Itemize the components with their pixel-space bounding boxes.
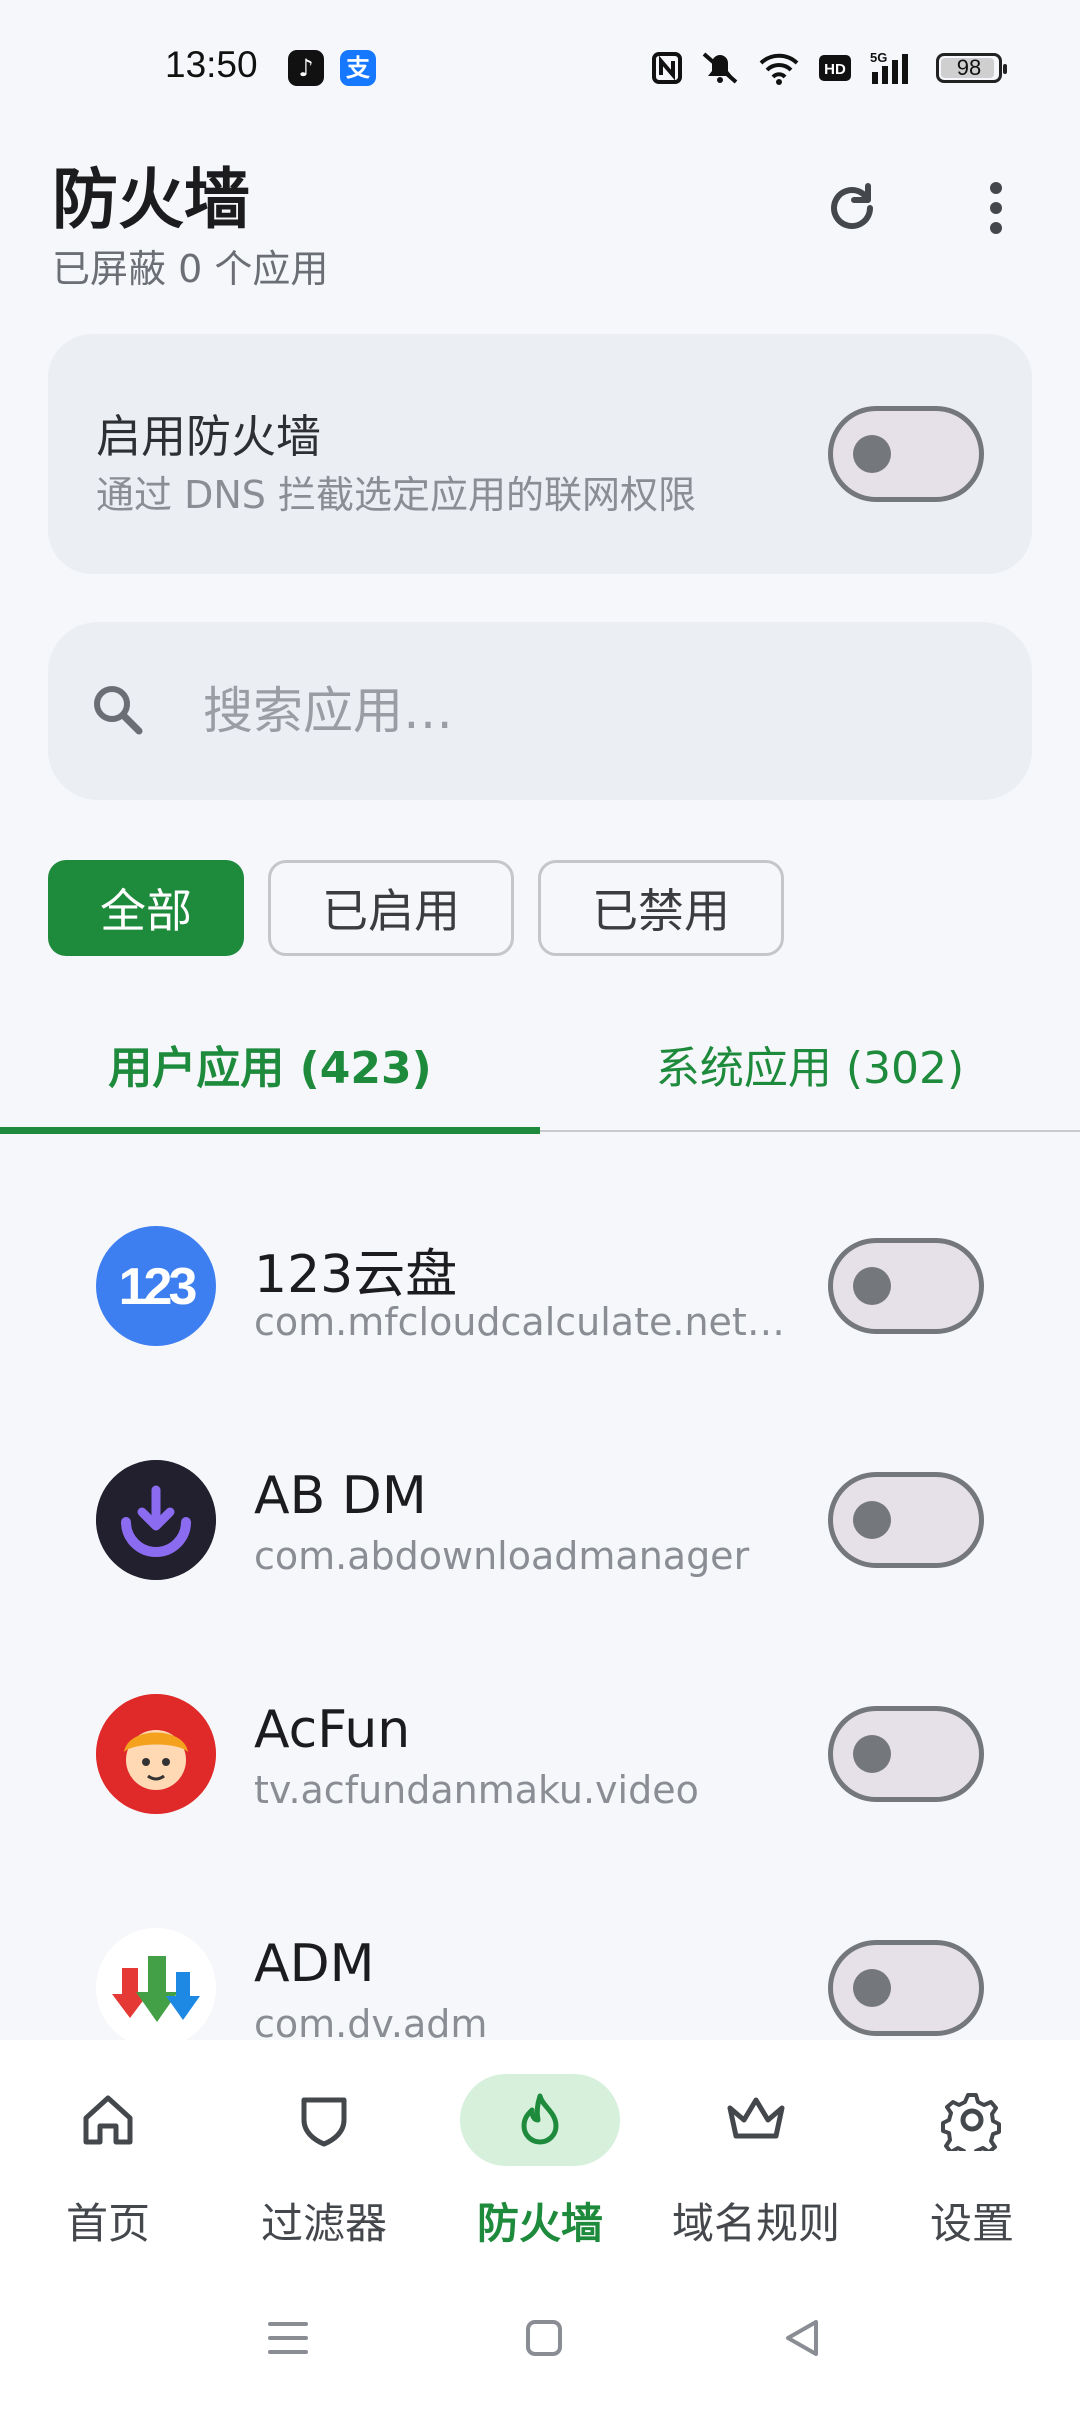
refresh-icon xyxy=(831,183,873,230)
app-toggle[interactable] xyxy=(828,1238,984,1334)
alipay-icon: 支 xyxy=(340,50,376,86)
app-package: tv.acfundanmaku.video xyxy=(254,1768,699,1812)
fire-icon xyxy=(521,2093,559,2145)
tiktok-icon: ♪ xyxy=(288,50,324,86)
svg-text:5G: 5G xyxy=(870,50,887,65)
app-abdm-icon xyxy=(96,1460,216,1580)
mute-icon xyxy=(702,52,738,84)
crown-icon xyxy=(727,2097,785,2139)
more-vert-icon xyxy=(990,182,1002,234)
list-item[interactable]: AcFun tv.acfundanmaku.video xyxy=(0,1602,1080,1836)
firewall-enable-toggle[interactable] xyxy=(828,406,984,502)
tab-indicator xyxy=(0,1127,540,1134)
search-icon xyxy=(94,686,143,735)
search-bar[interactable] xyxy=(48,622,1032,800)
app-package: com.abdownloadmanager xyxy=(254,1534,750,1578)
app-toggle[interactable] xyxy=(828,1706,984,1802)
nav-label: 域名规则 xyxy=(671,2199,840,2248)
nav-label: 设置 xyxy=(929,2199,1014,2248)
filter-chip-disabled[interactable]: 已禁用 xyxy=(538,860,784,956)
app-adm-icon xyxy=(96,1928,216,2040)
firewall-enable-description: 通过 DNS 拦截选定应用的联网权限 xyxy=(96,473,696,517)
nfc-icon xyxy=(652,52,682,84)
back-button[interactable] xyxy=(762,2306,842,2370)
nav-domain-rules[interactable]: 域名规则 xyxy=(648,2040,864,2266)
filter-chip-all[interactable]: 全部 xyxy=(48,860,244,956)
home-icon xyxy=(83,2095,133,2145)
nav-settings[interactable]: 设置 xyxy=(864,2040,1080,2266)
app-123cloud-icon: 123 xyxy=(96,1226,216,1346)
svg-text:HD: HD xyxy=(824,61,846,78)
nav-home[interactable]: 首页 xyxy=(0,2040,216,2266)
app-list[interactable]: 123 123云盘 com.mfcloudcalculate.networkdi… xyxy=(0,1134,1080,2040)
app-package: com.dv.adm xyxy=(254,2002,488,2040)
app-name: AcFun xyxy=(254,1700,411,1760)
tab-system-apps[interactable]: 系统应用 (302) xyxy=(540,1032,1080,1132)
firewall-enable-title: 启用防火墙 xyxy=(96,410,322,463)
signal-5g-icon: 5G xyxy=(870,50,908,84)
list-item[interactable]: ADM com.dv.adm xyxy=(0,1836,1080,2040)
shield-icon xyxy=(301,2097,347,2147)
search-input[interactable] xyxy=(203,674,963,748)
nav-label: 首页 xyxy=(65,2199,150,2248)
app-package: com.mfcloudcalculate.networkdisk xyxy=(254,1300,814,1344)
refresh-button[interactable] xyxy=(814,170,890,246)
battery-icon: 98 xyxy=(936,53,1007,83)
nav-label: 防火墙 xyxy=(476,2199,603,2248)
list-item[interactable]: 123 123云盘 com.mfcloudcalculate.networkdi… xyxy=(0,1134,1080,1368)
wifi-icon xyxy=(759,53,799,85)
blocked-count: 已屏蔽 0 个应用 xyxy=(52,247,329,291)
square-icon xyxy=(526,2320,562,2356)
app-toggle[interactable] xyxy=(828,1940,984,2036)
app-name: 123云盘 xyxy=(254,1245,458,1305)
firewall-enable-card: 启用防火墙 通过 DNS 拦截选定应用的联网权限 xyxy=(48,334,1032,574)
menu-icon xyxy=(268,2322,308,2354)
app-toggle[interactable] xyxy=(828,1472,984,1568)
list-item[interactable]: AB DM com.abdownloadmanager xyxy=(0,1368,1080,1602)
status-time: 13:50 xyxy=(165,44,258,85)
home-button[interactable] xyxy=(504,2306,584,2370)
recents-button[interactable] xyxy=(248,2306,328,2370)
tab-user-apps[interactable]: 用户应用 (423) xyxy=(0,1032,540,1132)
gear-icon xyxy=(941,2093,1001,2151)
page-title: 防火墙 xyxy=(52,161,250,238)
more-options-button[interactable] xyxy=(958,170,1034,246)
nav-label: 过滤器 xyxy=(260,2199,387,2248)
back-triangle-icon xyxy=(786,2320,818,2356)
app-name: ADM xyxy=(254,1934,375,1994)
bottom-navigation: 首页 过滤器 防火墙 域名规则 设置 xyxy=(0,2040,1080,2266)
toggle-knob xyxy=(853,435,891,473)
nav-filters[interactable]: 过滤器 xyxy=(216,2040,432,2266)
nav-firewall[interactable]: 防火墙 xyxy=(432,2040,648,2266)
status-icons: HD 5G 98 xyxy=(652,48,1007,88)
svg-text:123: 123 xyxy=(119,1258,197,1316)
filter-chip-enabled[interactable]: 已启用 xyxy=(268,860,514,956)
system-navigation-bar xyxy=(0,2266,1080,2412)
app-name: AB DM xyxy=(254,1466,427,1526)
status-bar: 13:50 ♪ 支 HD 5G 98 xyxy=(0,0,1080,140)
hd-icon: HD xyxy=(819,55,851,81)
app-acfun-icon xyxy=(96,1694,216,1814)
